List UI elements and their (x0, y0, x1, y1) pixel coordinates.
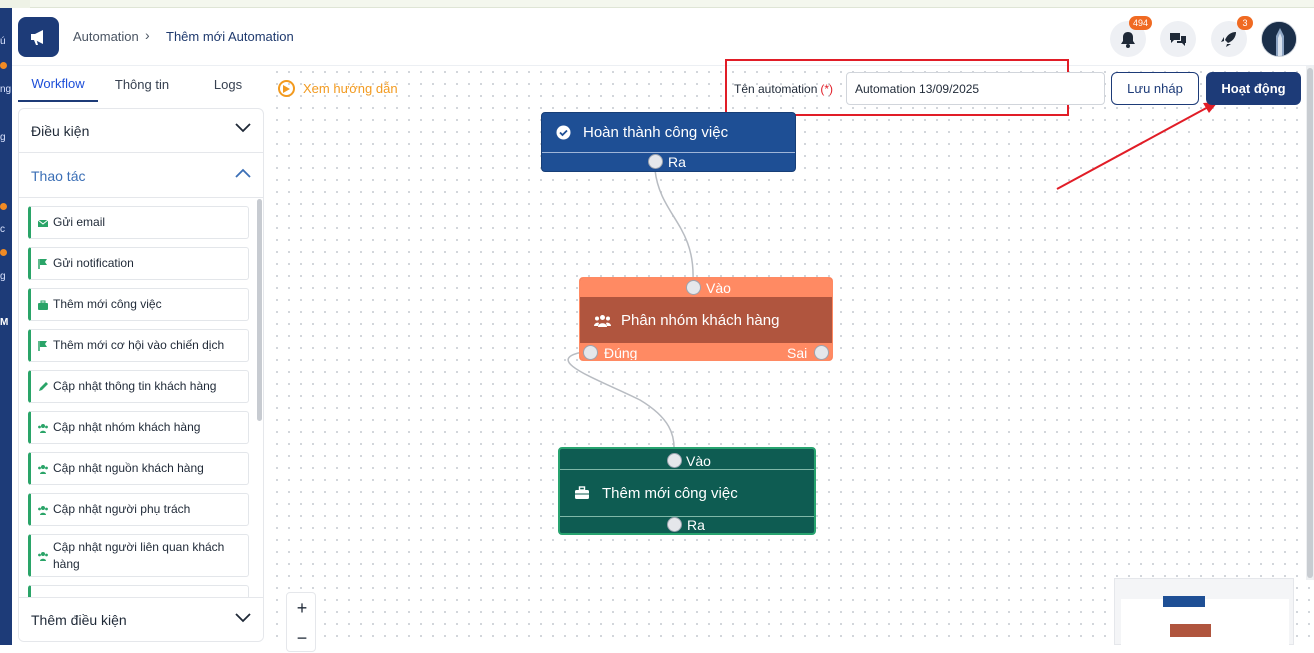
action-in-port[interactable] (667, 453, 682, 468)
minimap-viewport (1121, 599, 1289, 646)
trigger-out-port[interactable] (648, 154, 663, 169)
condition-in-row: Vào (580, 279, 832, 297)
condition-out-row: Đúng Sai (580, 344, 832, 361)
condition-in-port[interactable] (686, 280, 701, 295)
condition-true-port[interactable] (583, 345, 598, 360)
minimap-node-condition (1170, 624, 1211, 637)
action-out-port[interactable] (667, 517, 682, 532)
action-node[interactable]: Vào Thêm mới công việc Ra (558, 447, 816, 535)
condition-node[interactable]: Vào Phân nhóm khách hàng Đúng Sai (579, 277, 833, 361)
trigger-out-row: Ra (542, 153, 795, 171)
zoom-in-button[interactable]: + (287, 593, 317, 623)
briefcase-icon (575, 486, 589, 499)
condition-false-label: Sai (787, 345, 808, 361)
condition-node-header: Phân nhóm khách hàng (580, 297, 832, 343)
save-draft-button[interactable]: Lưu nháp (1111, 72, 1199, 105)
zoom-controls: + − (286, 592, 316, 652)
canvas-scrollbar-thumb[interactable] (1307, 68, 1313, 578)
trigger-node[interactable]: Hoàn thành công việc Ra (541, 112, 796, 172)
action-in-row: Vào (560, 452, 814, 470)
automation-name-input[interactable] (846, 72, 1105, 105)
condition-in-label: Vào (706, 280, 731, 296)
name-label: Tên automation (*) (734, 82, 833, 96)
check-circle-icon (556, 125, 571, 139)
users-icon (594, 314, 611, 327)
condition-node-title: Phân nhóm khách hàng (621, 311, 780, 329)
trigger-out-label: Ra (668, 154, 686, 170)
zoom-out-button[interactable]: − (287, 623, 317, 653)
connector-condition-true-to-action (567, 351, 675, 453)
trigger-node-header: Hoàn thành công việc (542, 113, 795, 151)
minimap-node-trigger (1163, 596, 1205, 607)
activate-button[interactable]: Hoạt động (1206, 72, 1301, 105)
name-label-text: Tên automation (734, 82, 818, 96)
action-out-label: Ra (687, 517, 705, 533)
condition-false-port[interactable] (814, 345, 829, 360)
required-mark: (*) (820, 82, 834, 96)
canvas-scrollbar[interactable] (1306, 66, 1314, 580)
action-node-title: Thêm mới công việc (602, 484, 738, 502)
action-out-row: Ra (560, 516, 814, 533)
connector-trigger-to-condition (654, 169, 694, 281)
arrow-line (1056, 105, 1211, 190)
condition-true-label: Đúng (604, 345, 638, 361)
action-node-header: Thêm mới công việc (560, 470, 814, 516)
action-in-label: Vào (686, 453, 711, 469)
trigger-node-title: Hoàn thành công việc (583, 123, 729, 141)
